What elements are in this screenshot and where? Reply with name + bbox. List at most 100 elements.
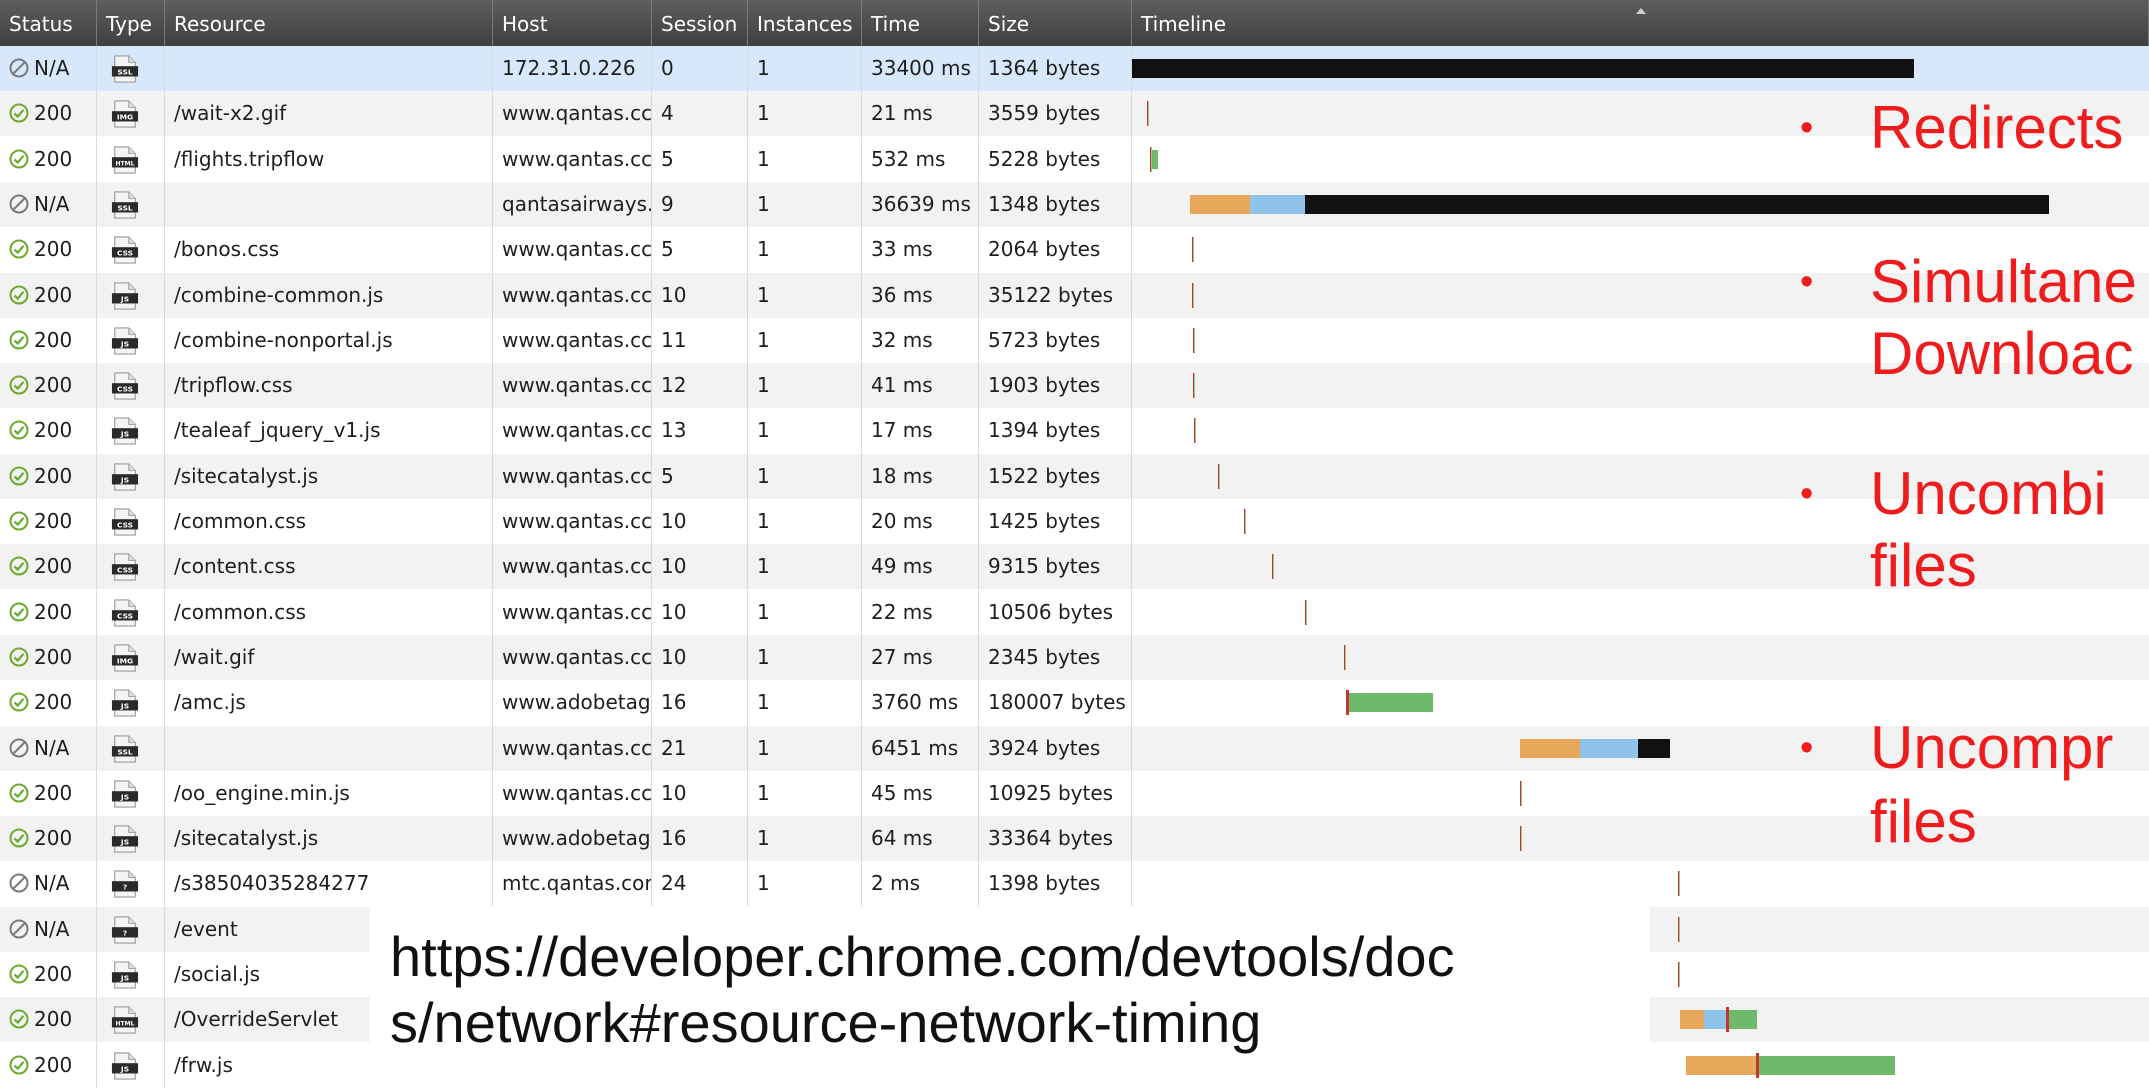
instances-cell: 1 — [748, 499, 862, 544]
host-cell: www.qantas.cc — [493, 272, 652, 318]
status-cell: N/A — [0, 181, 97, 227]
instances-cell: 1 — [748, 453, 862, 499]
host-cell: www.qantas.cc — [493, 725, 652, 771]
check-circle-icon — [9, 828, 29, 848]
svg-text:JS: JS — [120, 792, 129, 801]
status-cell: 200 — [0, 997, 97, 1043]
status-text: 200 — [34, 146, 73, 171]
blocked-circle-icon — [9, 194, 29, 214]
url-caption-text[interactable]: s/network#resource-network-timing — [390, 991, 1650, 1055]
status-cell: N/A — [0, 46, 97, 91]
resource-cell: /content.css — [165, 544, 493, 590]
resource-cell — [165, 725, 493, 771]
time-cell: 3760 ms — [862, 680, 979, 726]
table-row[interactable]: N/A SSL qantasairways. 9 1 36639 ms 1348 bytes — [0, 181, 2149, 227]
file-type-icon: HTML — [111, 1006, 139, 1034]
column-header-session[interactable]: Session — [652, 0, 748, 46]
blocked-circle-icon — [9, 873, 29, 893]
annotation-bullet-text: files — [1870, 532, 1977, 599]
table-row[interactable]: 200 JS/oo_engine.min.js www.qantas.cc 10 1 45… — [0, 770, 2149, 816]
status-cell: 200 — [0, 363, 97, 409]
table-row[interactable]: 200 CSS/bonos.css www.qantas.cc 5 1 33 ms 2064… — [0, 227, 2149, 273]
table-row[interactable]: 200 JS/sitecatalyst.js www.adobetag 16 1 64 m… — [0, 816, 2149, 862]
svg-text:CSS: CSS — [117, 249, 133, 258]
column-header-size[interactable]: Size — [979, 0, 1132, 46]
status-text: 200 — [34, 690, 73, 715]
timeline-cell — [1132, 816, 2149, 861]
resource-cell: /tripflow.css — [165, 363, 493, 409]
table-row[interactable]: N/A SSL www.qantas.cc 21 1 6451 ms 3924 bytes — [0, 725, 2149, 771]
svg-text:IMG: IMG — [117, 656, 133, 665]
column-header-host[interactable]: Host — [493, 0, 652, 46]
session-cell: 24 — [652, 861, 748, 907]
check-circle-icon — [9, 1055, 29, 1075]
table-row[interactable]: 200 JS/amc.js www.adobetag 16 1 3760 ms 180007… — [0, 680, 2149, 726]
table-row[interactable]: 200 HTML/flights.tripflow www.qantas.cc 5 1 5… — [0, 136, 2149, 182]
timeline-cell — [1132, 408, 2149, 453]
column-header-time[interactable]: Time — [862, 0, 979, 46]
column-header-instances[interactable]: Instances — [748, 0, 862, 46]
timeline-cell — [1132, 861, 2149, 906]
table-row[interactable]: 200 JS/tealeaf_jquery_v1.js www.qantas.cc 1… — [0, 408, 2149, 454]
table-row[interactable]: N/A SSL 172.31.0.226 0 1 33400 ms 1364 bytes — [0, 46, 2149, 91]
sort-indicator-icon — [1636, 8, 1646, 14]
table-row[interactable]: 200 CSS/common.css www.qantas.cc 10 1 20 ms 14… — [0, 499, 2149, 544]
table-row[interactable]: N/A? /s38504035284277 mtc.qantas.cor 24 1 2 m… — [0, 861, 2149, 907]
table-row[interactable]: 200 JS/combine-nonportal.js www.qantas.cc 1… — [0, 317, 2149, 363]
table-row[interactable]: 200 CSS/content.css www.qantas.cc 10 1 49 ms 9… — [0, 544, 2149, 590]
column-header-type[interactable]: Type — [97, 0, 165, 46]
size-cell: 1364 bytes — [979, 46, 1132, 91]
file-type-icon: JS — [111, 281, 139, 310]
status-cell: 200 — [0, 589, 97, 635]
column-header-timeline[interactable]: Timeline — [1132, 0, 2149, 46]
status-cell: 200 — [0, 272, 97, 318]
check-circle-icon — [9, 964, 29, 984]
svg-text:CSS: CSS — [117, 521, 133, 530]
column-header-status[interactable]: Status — [0, 0, 97, 46]
check-circle-icon — [9, 466, 29, 486]
check-circle-icon — [9, 149, 29, 169]
resource-cell: /sitecatalyst.js — [165, 816, 493, 862]
session-cell: 16 — [652, 680, 748, 726]
timeline-tick — [1272, 554, 1274, 580]
session-cell: 5 — [652, 227, 748, 273]
timeline-cell — [1132, 46, 2149, 91]
host-cell: www.qantas.cc — [493, 589, 652, 635]
annotation-bullet-text: files — [1870, 788, 1977, 855]
table-row[interactable]: 200 CSS/tripflow.css www.qantas.cc 12 1 41 ms… — [0, 363, 2149, 409]
host-cell: mtc.qantas.cor — [493, 861, 652, 907]
bullet-icon: • — [1800, 261, 1814, 303]
session-cell: 10 — [652, 634, 748, 680]
timeline-tick — [1192, 237, 1194, 263]
status-text: 200 — [34, 1052, 73, 1077]
resource-cell: /common.css — [165, 589, 493, 635]
status-text: N/A — [34, 56, 70, 80]
blocked-circle-icon — [9, 738, 29, 757]
timeline-tick — [1678, 916, 1680, 942]
table-row[interactable]: 200 IMG/wait.gif www.qantas.cc 10 1 27 ms 2345… — [0, 634, 2149, 680]
url-caption-text[interactable]: https://developer.chrome.com/devtools/do… — [390, 925, 1650, 989]
type-cell: SSL — [97, 46, 165, 91]
session-cell: 12 — [652, 363, 748, 409]
table-row[interactable]: 200 IMG/wait-x2.gif www.qantas.cc 4 1 21 ms 35… — [0, 91, 2149, 137]
size-cell: 10925 bytes — [979, 770, 1132, 816]
table-row[interactable]: 200 JS/combine-common.js www.qantas.cc 10 1 3… — [0, 272, 2149, 318]
size-cell: 33364 bytes — [979, 816, 1132, 862]
session-cell: 10 — [652, 272, 748, 318]
instances-cell: 1 — [748, 725, 862, 771]
instances-cell: 1 — [748, 272, 862, 318]
timeline-connect-segment — [1250, 194, 1305, 214]
svg-text:SSL: SSL — [117, 747, 132, 756]
status-text: 200 — [34, 282, 73, 307]
column-header-resource[interactable]: Resource — [165, 0, 493, 46]
host-cell: www.qantas.cc — [493, 317, 652, 363]
table-row[interactable]: 200 JS/sitecatalyst.js www.qantas.cc 5 1 18 m… — [0, 453, 2149, 499]
time-cell: 18 ms — [862, 453, 979, 499]
resource-cell: /common.css — [165, 499, 493, 544]
table-row[interactable]: 200 CSS/common.css www.qantas.cc 10 1 22 ms 10… — [0, 589, 2149, 635]
size-cell: 2064 bytes — [979, 227, 1132, 273]
file-type-icon: JS — [111, 327, 139, 355]
status-text: 200 — [34, 644, 73, 669]
status-cell: 200 — [0, 1042, 97, 1088]
timeline-tick — [1678, 962, 1680, 987]
